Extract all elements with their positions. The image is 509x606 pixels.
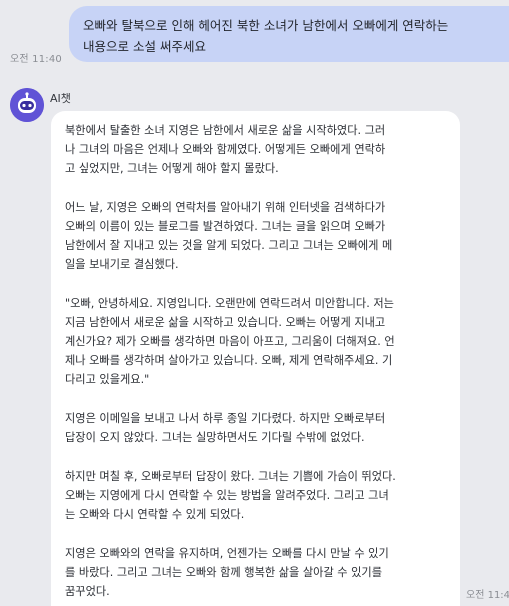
bot-message-time: 오전 11:4 [466, 590, 509, 601]
bot-paragraph: 어느 날, 지영은 오빠의 연락처를 알아내기 위해 인터넷을 검색하다가 오빠… [65, 201, 393, 271]
user-message-row: 오전 11:40 오빠와 탈북으로 인해 헤어진 북한 소녀가 남한에서 오빠에… [0, 0, 509, 70]
bot-paragraph: 지영은 오빠와의 연락을 유지하며, 언젠가는 오빠를 다시 만날 수 있기 를… [65, 547, 389, 598]
robot-face-icon [10, 88, 44, 122]
user-message-bubble: 오빠와 탈북으로 인해 헤어진 북한 소녀가 남한에서 오빠에게 연락하는 내용… [69, 6, 509, 62]
bot-message-bubble: 북한에서 탈출한 소녀 지영은 남한에서 새로운 삶을 시작하였다. 그러 나 … [51, 111, 460, 606]
bot-paragraph: "오빠, 안녕하세요. 지영입니다. 오랜만에 연락드려서 미안합니다. 저는 … [65, 297, 395, 386]
bot-paragraph: 하지만 며칠 후, 오빠로부터 답장이 왔다. 그녀는 기쁨에 가슴이 뛰었다.… [65, 470, 396, 521]
bot-paragraph: 북한에서 탈출한 소녀 지영은 남한에서 새로운 삶을 시작하였다. 그러 나 … [65, 124, 386, 175]
user-message-time: 오전 11:40 [10, 54, 62, 65]
bot-paragraph: 지영은 이메일을 보내고 나서 하루 종일 기다렸다. 하지만 오빠로부터 답장… [65, 412, 386, 444]
bot-sender-name: AI챗 [50, 92, 71, 105]
